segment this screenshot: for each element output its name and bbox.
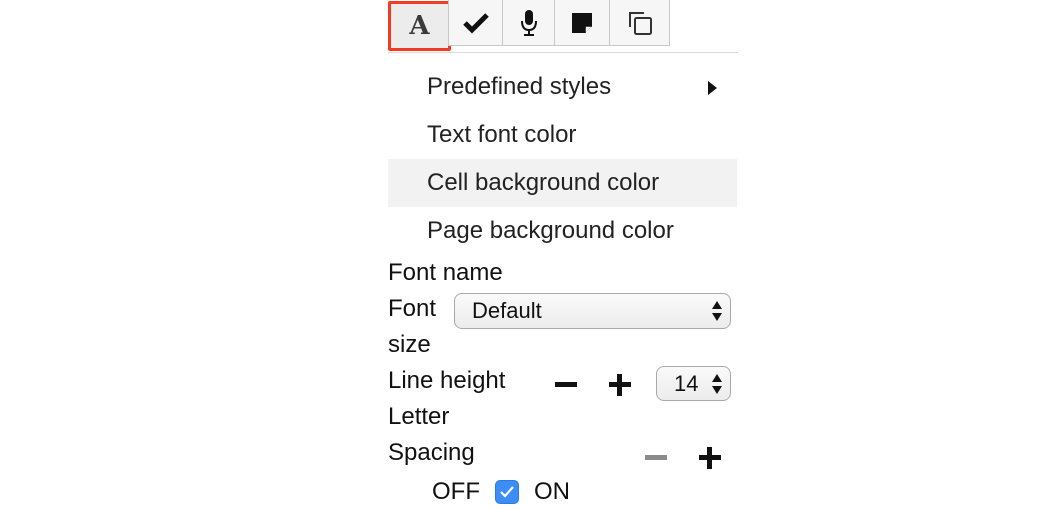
line-height-label: Line height bbox=[388, 367, 506, 394]
sticky-note-icon bbox=[572, 12, 592, 33]
select-arrows-icon bbox=[712, 301, 722, 321]
font-style-button[interactable]: A bbox=[388, 1, 451, 51]
plus-icon bbox=[707, 447, 712, 469]
letter-spacing-label: Letter bbox=[388, 403, 450, 430]
menu-item-label: Text font color bbox=[427, 121, 577, 148]
toolbar: A bbox=[388, 0, 738, 53]
letter-spacing-decrease-button[interactable] bbox=[643, 445, 669, 471]
menu-item-label: Cell background color bbox=[427, 169, 660, 196]
font-name-label: Font name bbox=[388, 259, 503, 286]
line-height-select[interactable]: 14 bbox=[656, 366, 731, 401]
checkmark-icon bbox=[462, 12, 489, 34]
letter-spacing-toggle-checkbox[interactable] bbox=[495, 480, 519, 504]
minus-icon bbox=[645, 455, 667, 460]
menu-item-predefined-styles[interactable]: Predefined styles bbox=[388, 63, 737, 111]
menu-item-text-font-color[interactable]: Text font color bbox=[388, 111, 737, 159]
select-arrows-icon bbox=[712, 373, 722, 394]
font-select-value: Default bbox=[472, 298, 542, 323]
plus-icon bbox=[617, 374, 622, 396]
line-height-value: 14 bbox=[674, 370, 699, 396]
line-height-decrease-button[interactable] bbox=[553, 372, 579, 398]
style-menu: Predefined styles Text font color Cell b… bbox=[388, 63, 737, 255]
toggle-off-label: OFF bbox=[432, 478, 480, 505]
copy-button[interactable] bbox=[609, 0, 670, 46]
sticky-note-button[interactable] bbox=[554, 0, 610, 46]
checkmark-button[interactable] bbox=[448, 0, 503, 46]
menu-item-cell-background-color[interactable]: Cell background color bbox=[388, 159, 737, 207]
toggle-on-label: ON bbox=[534, 478, 570, 505]
letter-spacing-label-continued: Spacing bbox=[388, 439, 475, 466]
submenu-arrow-icon bbox=[708, 81, 717, 95]
line-height-increase-button[interactable] bbox=[607, 372, 633, 398]
copy-icon bbox=[628, 11, 652, 35]
checkmark-icon bbox=[500, 486, 514, 498]
font-size-label-continued: size bbox=[388, 331, 431, 358]
font-style-icon: A bbox=[409, 11, 430, 41]
microphone-button[interactable] bbox=[502, 0, 555, 46]
font-select[interactable]: Default bbox=[454, 293, 731, 329]
menu-item-page-background-color[interactable]: Page background color bbox=[388, 207, 737, 255]
menu-item-label: Predefined styles bbox=[427, 73, 612, 100]
microphone-icon bbox=[520, 9, 537, 36]
font-size-label: Font bbox=[388, 295, 437, 322]
minus-icon bbox=[555, 382, 577, 387]
menu-item-label: Page background color bbox=[427, 217, 674, 244]
letter-spacing-increase-button[interactable] bbox=[697, 445, 723, 471]
